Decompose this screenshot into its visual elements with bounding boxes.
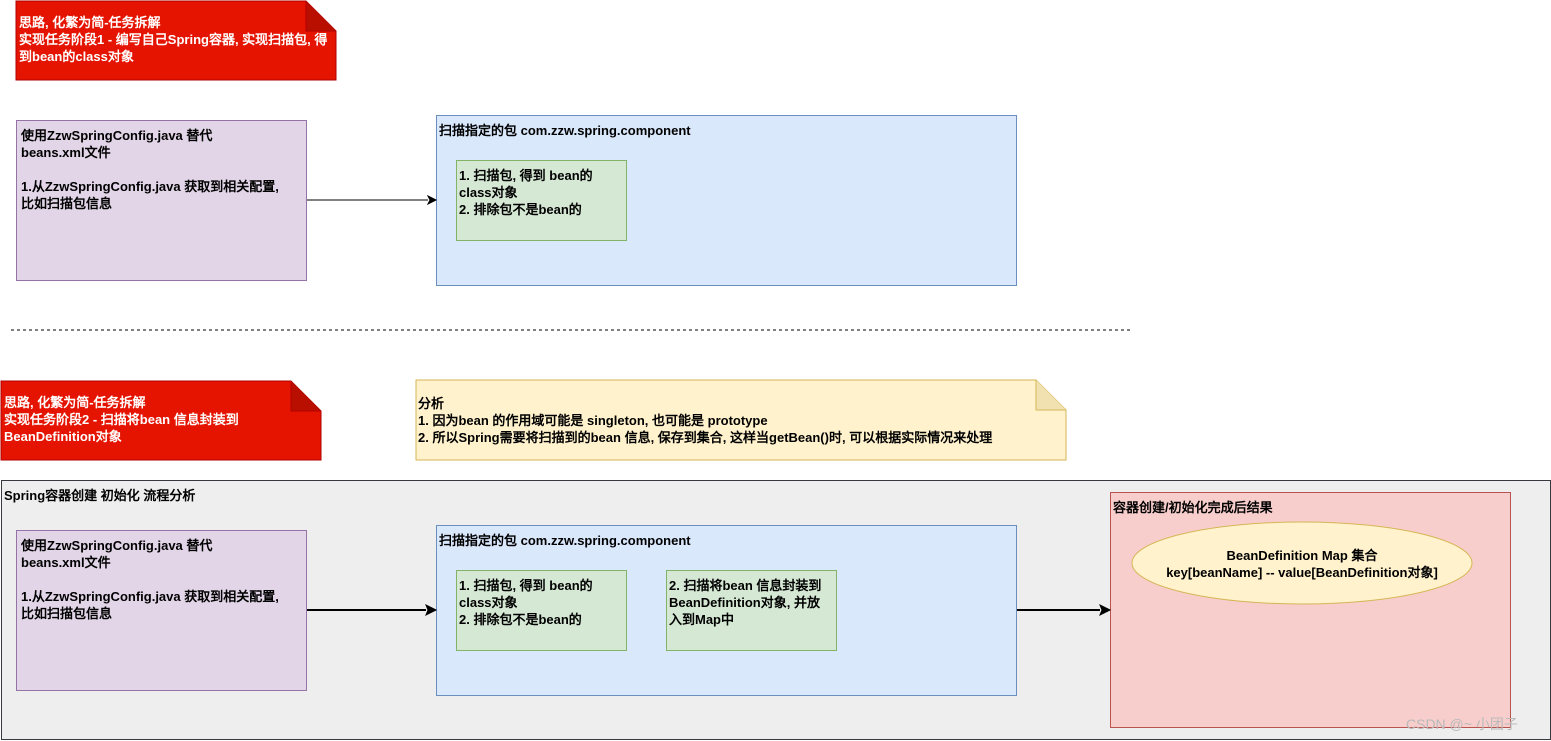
csdn-watermark: CSDN @~ 小团子 <box>1406 716 1518 732</box>
arrow-head-3 <box>1099 603 1112 617</box>
bean-definition-map-text: BeanDefinition Map 集合 key[beanName] -- v… <box>1166 548 1438 580</box>
arrow-head-2 <box>425 603 438 617</box>
arrow-layer-2 <box>307 521 1473 617</box>
